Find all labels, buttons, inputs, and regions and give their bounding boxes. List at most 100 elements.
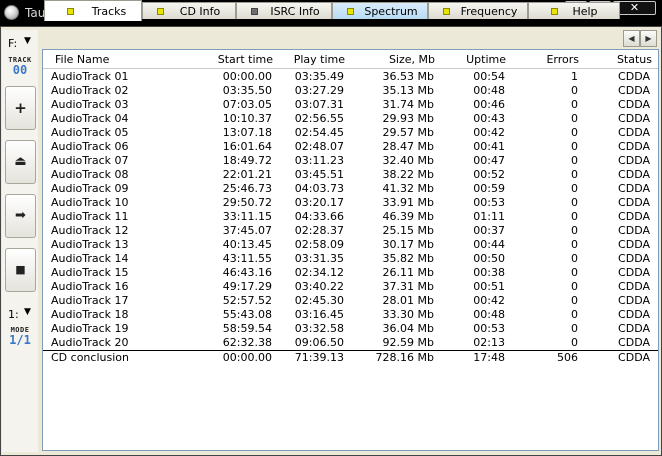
cell-size: 46.39 Mb: [382, 210, 434, 223]
cell-uptime: 00:42: [473, 126, 505, 139]
drive-select-value: F:: [8, 37, 18, 50]
cell-file-name: AudioTrack 16: [51, 280, 129, 293]
cell-play-time: 03:45.51: [294, 168, 344, 181]
cell-uptime: 00:38: [473, 266, 505, 279]
cell-start-time: 13:07.18: [222, 126, 272, 139]
cell-uptime: 00:41: [473, 140, 505, 153]
cell-start-time: 33:11.15: [222, 210, 272, 223]
app-icon[interactable]: [4, 5, 19, 20]
table-row[interactable]: AudioTrack 14 43:11.55 03:31.35 35.82 Mb 00:…: [43, 252, 658, 266]
table-row[interactable]: AudioTrack 08 22:01.21 03:45.51 38.22 Mb 00:…: [43, 168, 658, 182]
table-row[interactable]: AudioTrack 16 49:17.29 03:40.22 37.31 Mb 00:…: [43, 280, 658, 294]
table-row[interactable]: AudioTrack 06 16:01.64 02:48.07 28.47 Mb 00:…: [43, 140, 658, 154]
table-row[interactable]: AudioTrack 01 00:00.00 03:35.49 36.53 Mb 00:…: [43, 70, 658, 84]
cell-errors: 506: [557, 351, 578, 364]
column-header-start-time[interactable]: Start time: [218, 53, 273, 66]
column-header-play-time[interactable]: Play time: [294, 53, 345, 66]
table-row[interactable]: AudioTrack 13 40:13.45 02:58.09 30.17 Mb 00:…: [43, 238, 658, 252]
table-row[interactable]: AudioTrack 17 52:57.52 02:45.30 28.01 Mb 00:…: [43, 294, 658, 308]
tab-scroll-right-button[interactable]: ▶: [640, 30, 657, 47]
cell-file-name: AudioTrack 18: [51, 308, 129, 321]
cell-size: 26.11 Mb: [382, 266, 434, 279]
table-row[interactable]: AudioTrack 15 46:43.16 02:34.12 26.11 Mb 00:…: [43, 266, 658, 280]
column-header-status[interactable]: Status: [617, 53, 652, 66]
cell-status: CDDA: [618, 224, 650, 237]
cell-play-time: 03:32.58: [294, 322, 344, 335]
cell-start-time: 40:13.45: [222, 238, 272, 251]
cell-start-time: 37:45.07: [222, 224, 272, 237]
tab-help[interactable]: Help: [528, 2, 620, 19]
table-row[interactable]: AudioTrack 18 55:43.08 03:16.45 33.30 Mb 00:…: [43, 308, 658, 322]
mode-select[interactable]: 1: ▼: [4, 305, 36, 323]
tab-label: Spectrum: [364, 5, 418, 18]
table-row[interactable]: AudioTrack 05 13:07.18 02:54.45 29.57 Mb 00:…: [43, 126, 658, 140]
cell-start-time: 52:57.52: [222, 294, 272, 307]
mode-value: 1/1: [9, 333, 31, 347]
cell-start-time: 55:43.08: [222, 308, 272, 321]
cell-errors: 0: [571, 112, 578, 125]
column-header-file-name[interactable]: File Name: [55, 53, 109, 66]
cell-play-time: 02:34.12: [294, 266, 344, 279]
cell-file-name: AudioTrack 20: [51, 336, 129, 349]
cell-file-name: AudioTrack 07: [51, 154, 129, 167]
column-header-errors[interactable]: Errors: [546, 53, 579, 66]
status-led-icon: [347, 8, 354, 15]
cell-start-time: 29:50.72: [222, 196, 272, 209]
cell-status: CDDA: [618, 238, 650, 251]
stop-button[interactable]: ■: [5, 248, 36, 292]
table-row[interactable]: AudioTrack 12 37:45.07 02:28.37 25.15 Mb 00:…: [43, 224, 658, 238]
tab-label: ISRC Info: [270, 5, 320, 18]
cell-uptime: 17:48: [473, 351, 505, 364]
table-row[interactable]: AudioTrack 19 58:59.54 03:32.58 36.04 Mb 00:…: [43, 322, 658, 336]
cell-play-time: 03:07.31: [294, 98, 344, 111]
cell-errors: 0: [571, 252, 578, 265]
cell-size: 33.30 Mb: [382, 308, 434, 321]
cell-file-name: AudioTrack 08: [51, 168, 129, 181]
cell-play-time: 03:27.29: [294, 84, 344, 97]
arrow-right-icon: ➡: [15, 208, 26, 223]
cell-status: CDDA: [618, 84, 650, 97]
cell-size: 33.91 Mb: [382, 196, 434, 209]
tab-frequency[interactable]: Frequency: [428, 2, 528, 19]
cell-uptime: 00:43: [473, 112, 505, 125]
column-header-size[interactable]: Size, Mb: [389, 53, 435, 66]
tracks-table[interactable]: File Name Start time Play time Size, Mb …: [42, 49, 659, 451]
table-row[interactable]: AudioTrack 04 10:10.37 02:56.55 29.93 Mb 00:…: [43, 112, 658, 126]
cell-uptime: 00:48: [473, 308, 505, 321]
cell-status: CDDA: [618, 280, 650, 293]
add-button[interactable]: +: [5, 86, 36, 130]
cell-errors: 0: [571, 126, 578, 139]
cell-file-name: AudioTrack 13: [51, 238, 129, 251]
cell-errors: 0: [571, 322, 578, 335]
drive-select[interactable]: F: ▼: [4, 34, 36, 52]
cell-uptime: 00:50: [473, 252, 505, 265]
mode-select-value: 1:: [8, 308, 19, 321]
tab-cd-info[interactable]: CD Info: [142, 2, 236, 19]
cell-errors: 1: [571, 70, 578, 83]
table-row[interactable]: AudioTrack 11 33:11.15 04:33.66 46.39 Mb 01:…: [43, 210, 658, 224]
table-row[interactable]: AudioTrack 10 29:50.72 03:20.17 33.91 Mb 00:…: [43, 196, 658, 210]
table-row[interactable]: AudioTrack 02 03:35.50 03:27.29 35.13 Mb 00:…: [43, 84, 658, 98]
cell-file-name: AudioTrack 14: [51, 252, 129, 265]
next-button[interactable]: ➡: [5, 194, 36, 238]
table-row[interactable]: AudioTrack 07 18:49.72 03:11.23 32.40 Mb 00:…: [43, 154, 658, 168]
cell-size: 36.53 Mb: [382, 70, 434, 83]
eject-button[interactable]: ⏏: [5, 140, 36, 184]
table-row[interactable]: AudioTrack 03 07:03.05 03:07.31 31.74 Mb 00:…: [43, 98, 658, 112]
table-row[interactable]: AudioTrack 09 25:46.73 04:03.73 41.32 Mb 00:…: [43, 182, 658, 196]
tab-isrc-info[interactable]: ISRC Info: [236, 2, 332, 19]
cell-errors: 0: [571, 210, 578, 223]
table-row[interactable]: AudioTrack 20 62:32.38 09:06.50 92.59 Mb 02:…: [43, 336, 658, 350]
cell-status: CDDA: [618, 210, 650, 223]
tab-scroll-left-button[interactable]: ◀: [623, 30, 640, 47]
cell-size: 25.15 Mb: [382, 224, 434, 237]
cell-start-time: 03:35.50: [222, 84, 272, 97]
cell-errors: 0: [571, 140, 578, 153]
column-header-uptime[interactable]: Uptime: [466, 53, 506, 66]
cell-start-time: 49:17.29: [222, 280, 272, 293]
tab-spectrum[interactable]: Spectrum: [332, 2, 428, 19]
cell-status: CDDA: [618, 308, 650, 321]
tab-tracks[interactable]: Tracks: [44, 0, 142, 21]
cell-status: CDDA: [618, 182, 650, 195]
cell-file-name: AudioTrack 05: [51, 126, 129, 139]
